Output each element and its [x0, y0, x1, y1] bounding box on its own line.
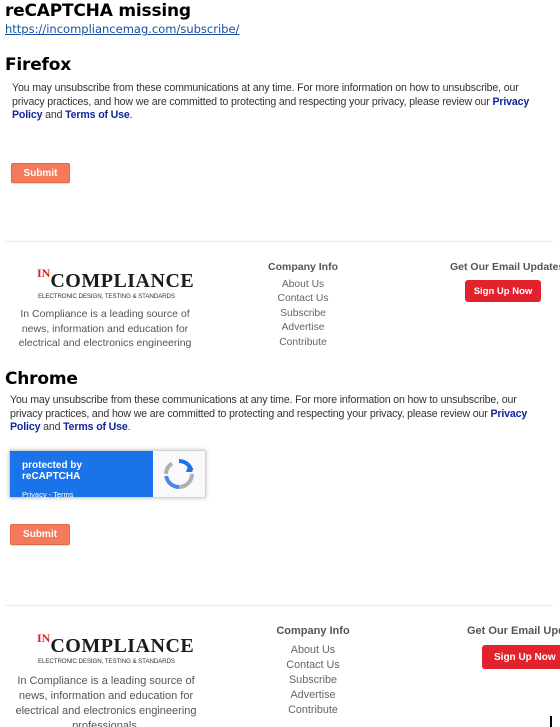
logo-in-text: IN	[37, 631, 51, 645]
chrome-email-heading: Get Our Email Updates	[467, 625, 560, 637]
advertise-link[interactable]: Advertise	[253, 321, 353, 335]
notice-and: and	[43, 421, 61, 433]
logo-tagline: ELECTRONIC DESIGN, TESTING & STANDARDS	[38, 293, 175, 300]
chrome-heading: Chrome	[5, 369, 78, 389]
chrome-sign-up-button[interactable]: Sign Up Now	[482, 645, 560, 669]
recaptcha-protected-label: protected by reCAPTCHA	[22, 460, 83, 482]
chrome-submit-button[interactable]: Submit	[10, 524, 70, 545]
firefox-company-info-links: About Us Contact Us Subscribe Advertise …	[253, 278, 353, 350]
chrome-company-info-links: About Us Contact Us Subscribe Advertise …	[263, 643, 363, 718]
firefox-footer-description: In Compliance is a leading source of new…	[18, 308, 192, 349]
notice-end: .	[129, 109, 133, 121]
chrome-privacy-notice: You may unsubscribe from these communica…	[10, 394, 544, 435]
logo-in-text: IN	[37, 266, 51, 280]
firefox-footer-logo[interactable]: IN COMPLIANCE ELECTRONIC DESIGN, TESTING…	[37, 266, 194, 300]
terms-of-use-link[interactable]: Terms of Use	[63, 421, 128, 433]
issue-link[interactable]: https://incompliancemag.com/subscribe/	[5, 22, 239, 36]
logo-tagline: ELECTRONIC DESIGN, TESTING & STANDARDS	[38, 658, 175, 665]
contact-us-link[interactable]: Contact Us	[253, 292, 353, 306]
notice-text: You may unsubscribe from these communica…	[12, 82, 519, 108]
contribute-link[interactable]: Contribute	[263, 703, 363, 718]
firefox-privacy-notice: You may unsubscribe from these communica…	[12, 82, 532, 123]
logo-main-text: COMPLIANCE	[50, 270, 195, 292]
advertise-link[interactable]: Advertise	[263, 688, 363, 703]
notice-end: .	[127, 421, 131, 433]
contribute-link[interactable]: Contribute	[253, 336, 353, 350]
subscribe-link[interactable]: Subscribe	[263, 673, 363, 688]
notice-and: and	[45, 109, 63, 121]
firefox-footer-divider	[5, 241, 553, 242]
firefox-submit-button[interactable]: Submit	[11, 163, 70, 183]
firefox-email-heading: Get Our Email Updates	[450, 261, 560, 273]
chrome-footer-divider	[5, 605, 553, 606]
contact-us-link[interactable]: Contact Us	[263, 658, 363, 673]
subscribe-link[interactable]: Subscribe	[253, 307, 353, 321]
chrome-footer-logo[interactable]: IN COMPLIANCE ELECTRONIC DESIGN, TESTING…	[37, 631, 194, 665]
firefox-heading: Firefox	[5, 55, 71, 75]
about-us-link[interactable]: About Us	[253, 278, 353, 292]
text-cursor	[550, 716, 552, 727]
recaptcha-privacy-terms[interactable]: Privacy - Terms	[22, 490, 141, 499]
issue-title: reCAPTCHA missing	[5, 1, 191, 21]
logo-main-text: COMPLIANCE	[50, 635, 195, 657]
chrome-company-info-heading: Company Info	[276, 625, 350, 637]
recaptcha-badge[interactable]: protected by reCAPTCHA Privacy - Terms	[9, 450, 206, 499]
firefox-sign-up-button[interactable]: Sign Up Now	[465, 280, 541, 302]
terms-of-use-link[interactable]: Terms of Use	[65, 109, 130, 121]
about-us-link[interactable]: About Us	[263, 643, 363, 658]
chrome-footer-description: In Compliance is a leading source of new…	[15, 675, 197, 727]
recaptcha-logo-icon	[153, 451, 205, 497]
recaptcha-badge-text: protected by reCAPTCHA Privacy - Terms	[10, 451, 153, 499]
firefox-company-info-heading: Company Info	[268, 261, 338, 273]
notice-text: You may unsubscribe from these communica…	[10, 394, 517, 420]
